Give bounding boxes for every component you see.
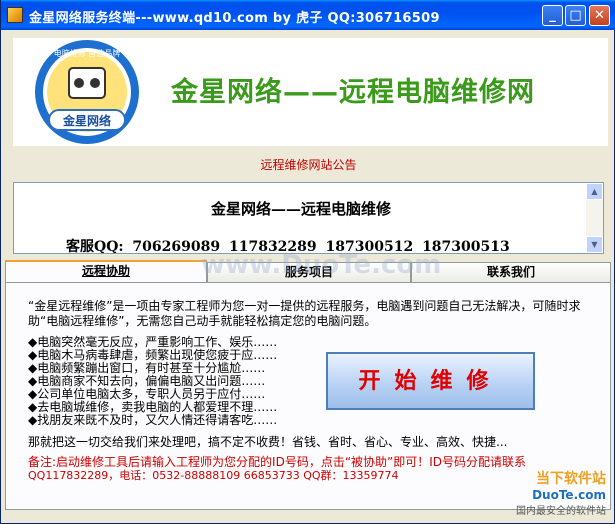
watermark-line2: DuoTe.com [532,488,606,502]
notice-scrollbar[interactable]: ▲ ▼ [586,183,603,253]
list-item: ◆找朋友来既不及时，又欠人情还得请客吃…… [28,413,278,427]
header-banner: 金星网络 电脑维修 首选品牌 金星网络——远程电脑维修网 [13,38,608,146]
tab-label: 联系我们 [486,265,535,279]
watermark-center: www.DuoTe.com [201,250,442,280]
watermark: 当下软件站 DuoTe.com 国内最安全的软件站 [486,468,606,517]
intro-text: “金星远程维修”是一项由专家工程师为您一对一提供的远程服务，电脑遇到问题自己无法… [28,299,581,328]
notice-title: 远程维修网站公告 [260,158,357,172]
app-window: 金星网络服务终端---www.qd10.com by 虎子 QQ:3067165… [0,0,615,524]
tab-label: 远程协助 [81,264,130,278]
brand-title: 金星网络——远程电脑维修网 [171,77,535,108]
scroll-down-icon[interactable]: ▼ [586,236,603,253]
logo-top-text: 电脑维修 首选品牌 [54,48,121,58]
close-button[interactable]: ✕ [589,5,610,26]
start-repair-button[interactable]: 开始维修 [326,352,535,410]
problem-list: ◆电脑突然毫无反应，严重影响工作、娱乐…… ◆电脑木马病毒肆虐，频繁出现使您疲于… [28,336,328,427]
logo-text: 金星网络 [62,113,111,128]
slogan-text: 那就把这一切交给我们来处理吧，搞不定不收费！省钱、省时、省心、专业、高效、快捷.… [28,435,508,449]
notice-headline: 金星网络——远程电脑维修 [210,200,391,218]
logo-emblem: 金星网络 电脑维修 首选品牌 [35,40,139,144]
watermark-line3: 国内最安全的软件站 [516,506,606,517]
minimize-button[interactable]: _ [542,5,563,26]
maximize-button[interactable]: □ [565,5,586,26]
scroll-up-icon[interactable]: ▲ [586,183,603,200]
title-bar[interactable]: 金星网络服务终端---www.qd10.com by 虎子 QQ:3067165… [1,0,615,30]
window-title: 金星网络服务终端---www.qd10.com by 虎子 QQ:3067165… [29,11,440,26]
contact-text: QQ117832289，电话：0532-88888109 66853733 QQ… [28,469,399,482]
notice-box[interactable]: 金星网络——远程电脑维修 客服QQ: 706269089 117832289 1… [13,182,604,254]
tab-remote-assist[interactable]: 远程协助 [5,260,207,282]
watermark-line1: 当下软件站 [536,471,606,487]
app-icon [7,7,23,23]
